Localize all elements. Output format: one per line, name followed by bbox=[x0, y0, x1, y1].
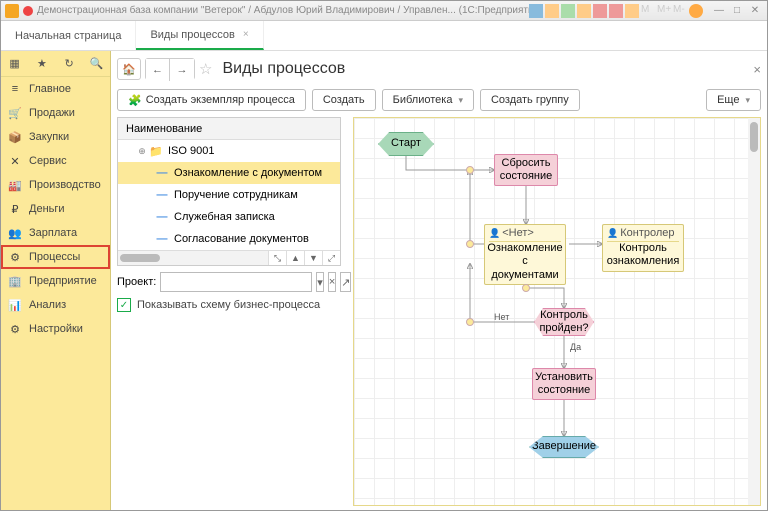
close-button[interactable]: ✕ bbox=[747, 4, 763, 18]
node-end[interactable]: Завершение bbox=[529, 436, 599, 458]
flow-point bbox=[522, 284, 530, 292]
more-button[interactable]: Еще bbox=[706, 89, 761, 111]
diagram-scrollbar[interactable] bbox=[748, 118, 760, 505]
nav-company[interactable]: 🏢Предприятие bbox=[1, 269, 110, 293]
create-instance-button[interactable]: 🧩Создать экземпляр процесса bbox=[117, 89, 306, 111]
nav-purchase[interactable]: 📦Закупки bbox=[1, 125, 110, 149]
project-clear[interactable]: × bbox=[328, 272, 336, 292]
app-icon bbox=[5, 4, 19, 18]
tree-expand-all[interactable]: ⤢ bbox=[322, 251, 340, 265]
tree-move-up[interactable]: ▲ bbox=[286, 251, 304, 265]
tree-row-folder[interactable]: ⊕📁ISO 9001 bbox=[118, 140, 340, 162]
window-title: Демонстрационная база компании "Ветерок"… bbox=[37, 5, 529, 16]
tab-close-icon[interactable]: × bbox=[243, 29, 249, 40]
title-toolbar: ​​​ ​​​ ​M M+M- ​ bbox=[529, 4, 703, 18]
project-open[interactable]: ↗ bbox=[340, 272, 351, 292]
minimize-button[interactable]: — bbox=[711, 4, 727, 18]
library-button[interactable]: Библиотека bbox=[382, 89, 474, 111]
node-start[interactable]: Старт bbox=[378, 132, 434, 156]
menu-icon[interactable]: ▦ bbox=[8, 57, 22, 71]
diagram-canvas[interactable]: Старт Сбросить состояние <Нет>Ознакомлен… bbox=[353, 117, 761, 506]
create-group-button[interactable]: Создать группу bbox=[480, 89, 580, 111]
tab-label: Начальная страница bbox=[15, 30, 121, 42]
favorite-icon[interactable]: ☆ bbox=[199, 60, 212, 78]
nav-sales[interactable]: 🛒Продажи bbox=[1, 101, 110, 125]
page-close-icon[interactable]: × bbox=[753, 62, 761, 77]
forward-button[interactable]: → bbox=[170, 59, 194, 81]
home-button[interactable]: 🏠 bbox=[117, 58, 141, 80]
project-input[interactable] bbox=[160, 272, 312, 292]
search-icon[interactable]: 🔍 bbox=[89, 57, 103, 71]
show-scheme-checkbox[interactable]: ✓ bbox=[117, 298, 131, 312]
flow-point bbox=[466, 318, 474, 326]
nav-salary[interactable]: 👥Зарплата bbox=[1, 221, 110, 245]
tree-header[interactable]: Наименование bbox=[118, 118, 340, 140]
tree-collapse-all[interactable]: ⤡ bbox=[268, 251, 286, 265]
tree-move-down[interactable]: ▼ bbox=[304, 251, 322, 265]
tree-scrollbar[interactable] bbox=[118, 251, 268, 265]
nav-production[interactable]: 🏭Производство bbox=[1, 173, 110, 197]
maximize-button[interactable]: □ bbox=[729, 4, 745, 18]
node-reset[interactable]: Сбросить состояние bbox=[494, 154, 558, 186]
edge-label-no: Нет bbox=[494, 312, 509, 322]
history-icon[interactable]: ↻ bbox=[62, 57, 76, 71]
tab-label: Виды процессов bbox=[150, 29, 234, 41]
show-scheme-label: Показывать схему бизнес-процесса bbox=[137, 299, 320, 311]
sidebar: ▦ ★ ↻ 🔍 ≡Главное 🛒Продажи 📦Закупки ✕Серв… bbox=[1, 51, 111, 510]
tree-row-item[interactable]: —Согласование документов bbox=[118, 228, 340, 250]
tree-row-item[interactable]: —Служебная записка bbox=[118, 206, 340, 228]
node-decision[interactable]: Контроль пройден? bbox=[534, 308, 594, 336]
nav-settings[interactable]: ⚙Настройки bbox=[1, 317, 110, 341]
project-label: Проект: bbox=[117, 276, 156, 288]
tree-row-item[interactable]: —Ознакомление с документом bbox=[118, 162, 340, 184]
nav-analysis[interactable]: 📊Анализ bbox=[1, 293, 110, 317]
node-review[interactable]: <Нет>Ознакомление с документами bbox=[484, 224, 566, 285]
titlebar: Демонстрационная база компании "Ветерок"… bbox=[1, 1, 767, 21]
flow-point bbox=[466, 166, 474, 174]
nav-processes[interactable]: ⚙Процессы bbox=[1, 245, 110, 269]
status-dot bbox=[23, 6, 33, 16]
project-dropdown[interactable]: ▾ bbox=[316, 272, 324, 292]
tree-pane: Наименование ⊕📁ISO 9001 —Ознакомление с … bbox=[117, 117, 341, 266]
edge-label-yes: Да bbox=[570, 342, 581, 352]
tabs: Начальная страница Виды процессов × bbox=[1, 21, 767, 51]
back-button[interactable]: ← bbox=[146, 59, 170, 81]
create-button[interactable]: Создать bbox=[312, 89, 376, 111]
tab-start-page[interactable]: Начальная страница bbox=[1, 21, 136, 50]
nav-service[interactable]: ✕Сервис bbox=[1, 149, 110, 173]
tree-row-item[interactable]: —Поручение сотрудникам bbox=[118, 184, 340, 206]
flow-point bbox=[466, 240, 474, 248]
node-set[interactable]: Установить состояние bbox=[532, 368, 596, 400]
tab-process-types[interactable]: Виды процессов × bbox=[136, 21, 263, 50]
nav-money[interactable]: ₽Деньги bbox=[1, 197, 110, 221]
star-icon[interactable]: ★ bbox=[35, 57, 49, 71]
nav-main[interactable]: ≡Главное bbox=[1, 77, 110, 101]
node-control[interactable]: КонтролерКонтроль ознакомления bbox=[602, 224, 684, 272]
page-title: Виды процессов bbox=[222, 60, 345, 78]
